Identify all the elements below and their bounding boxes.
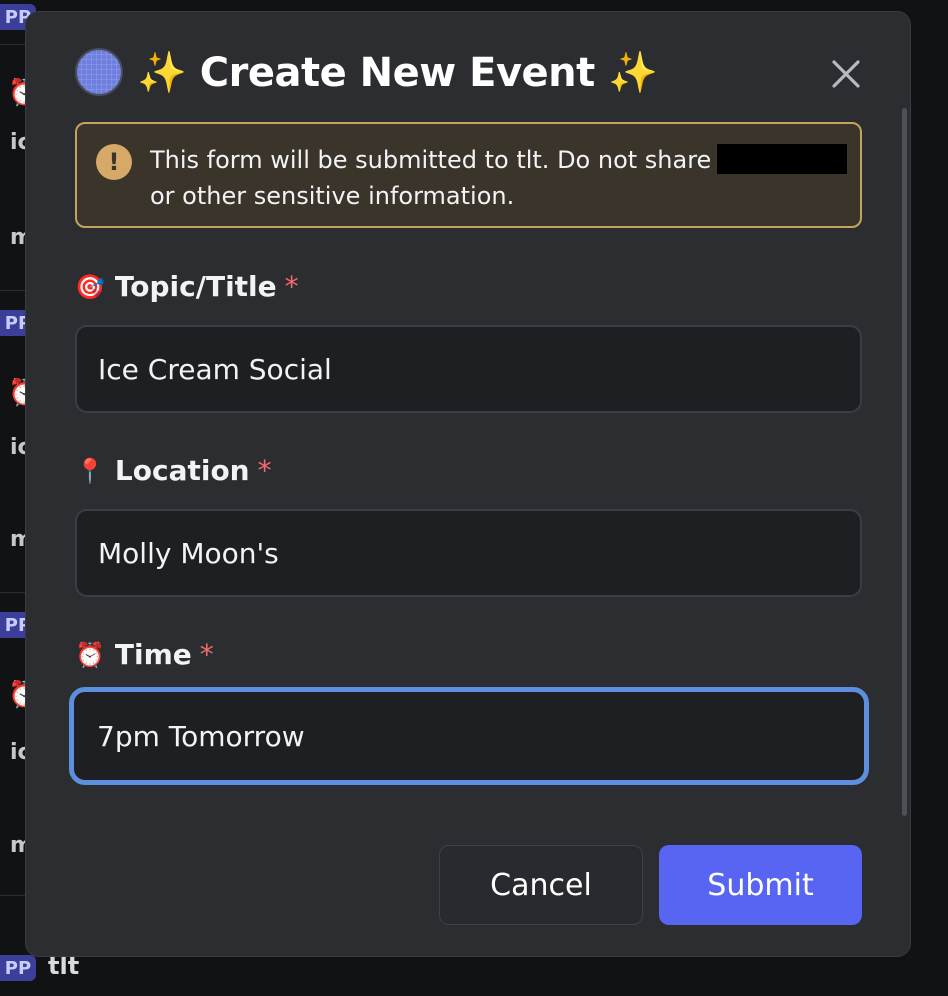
modal-header: ✨ Create New Event ✨	[75, 48, 658, 96]
redacted-block	[717, 144, 848, 174]
close-button[interactable]	[829, 57, 863, 91]
warning-icon: !	[96, 144, 132, 180]
location-label: 📍 Location *	[75, 454, 272, 487]
required-marker: *	[284, 270, 299, 303]
required-marker: *	[199, 638, 214, 671]
divider	[0, 290, 26, 291]
topic-input[interactable]	[75, 325, 862, 413]
sparkles-icon: ✨	[608, 49, 658, 96]
divider	[0, 592, 26, 593]
submit-button[interactable]: Submit	[659, 845, 862, 925]
location-label-text: Location	[114, 454, 250, 487]
time-label: ⏰ Time *	[75, 638, 214, 671]
warning-line-1: This form will be submitted to tlt. Do n…	[150, 146, 712, 174]
pin-icon: 📍	[75, 456, 105, 485]
topic-label: 🎯 Topic/Title *	[75, 270, 299, 303]
modal-title-text: Create New Event	[199, 49, 596, 96]
divider	[0, 895, 26, 896]
app-badge: PP	[0, 955, 36, 981]
warning-line-2: or other sensitive information.	[150, 182, 515, 210]
close-icon	[832, 60, 860, 88]
app-avatar	[75, 48, 123, 96]
modal-title: ✨ Create New Event ✨	[137, 49, 658, 96]
cancel-button[interactable]: Cancel	[439, 845, 643, 925]
target-icon: 🎯	[75, 272, 105, 301]
create-event-modal: ✨ Create New Event ✨ ! This form will be…	[25, 11, 911, 957]
divider	[0, 44, 26, 45]
required-marker: *	[257, 454, 272, 487]
time-input[interactable]	[69, 687, 869, 785]
location-input[interactable]	[75, 509, 862, 597]
scrollbar[interactable]	[902, 108, 907, 816]
warning-banner: ! This form will be submitted to tlt. Do…	[75, 122, 862, 228]
alarm-clock-icon: ⏰	[75, 640, 105, 669]
time-label-text: Time	[114, 638, 192, 671]
warning-text: This form will be submitted to tlt. Do n…	[150, 142, 850, 214]
sparkles-icon: ✨	[137, 49, 187, 96]
topic-label-text: Topic/Title	[114, 270, 277, 303]
